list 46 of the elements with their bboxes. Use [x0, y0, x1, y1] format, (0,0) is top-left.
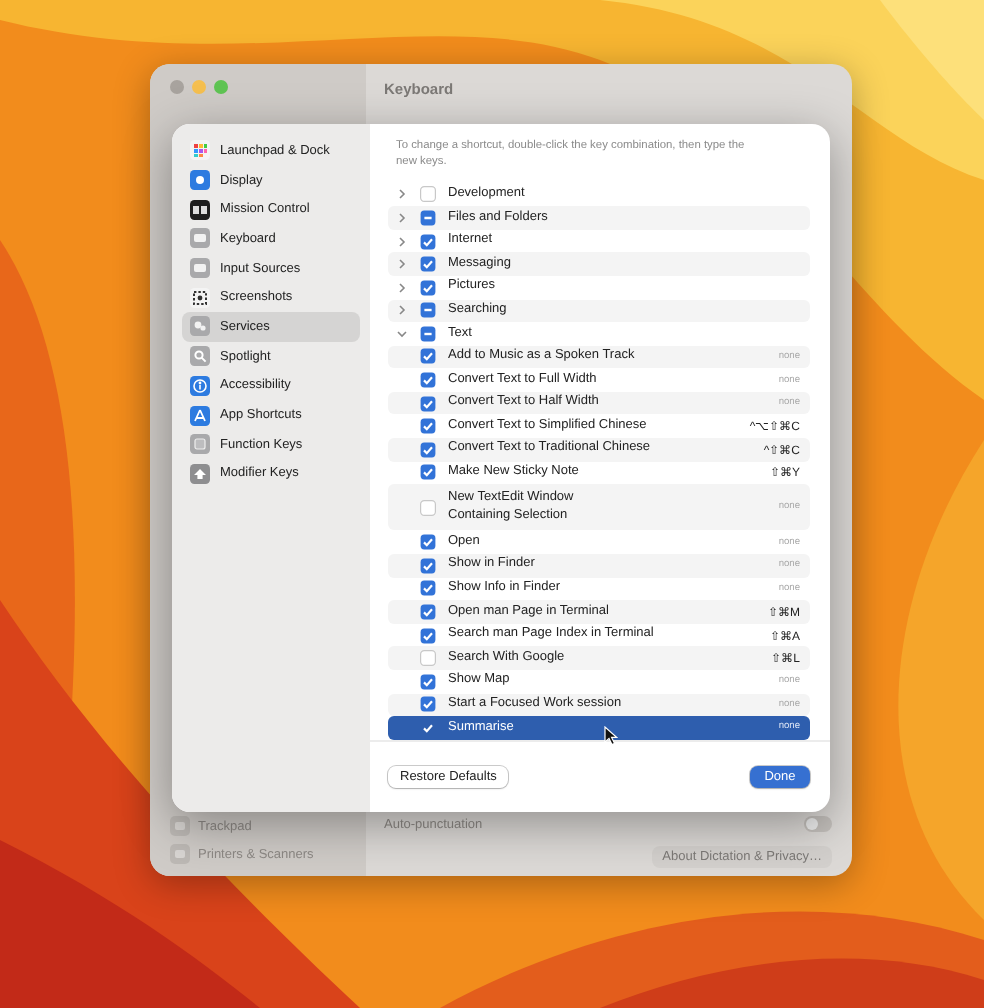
checkbox[interactable] — [420, 627, 436, 644]
checkbox[interactable] — [420, 534, 436, 551]
windows-icon — [190, 199, 210, 220]
checkbox[interactable] — [420, 580, 436, 597]
checkbox[interactable] — [420, 233, 436, 250]
accessibility-icon — [190, 375, 210, 396]
checkbox[interactable] — [420, 673, 436, 690]
checkbox[interactable] — [420, 372, 436, 389]
trackpad-icon — [170, 816, 190, 836]
keyboard-icon — [190, 228, 210, 249]
pointer-icon — [604, 726, 618, 746]
checkbox[interactable] — [420, 499, 436, 516]
chevron-icon[interactable] — [396, 211, 408, 224]
checkbox[interactable] — [420, 302, 436, 319]
checkbox[interactable] — [420, 279, 436, 296]
checkbox[interactable] — [420, 325, 436, 342]
chevron-icon[interactable] — [396, 281, 408, 294]
fn-key-icon — [190, 434, 210, 455]
apps-icon — [190, 405, 210, 426]
checkbox[interactable] — [420, 557, 436, 574]
printer-icon — [170, 844, 190, 864]
arrow-key-icon — [190, 463, 210, 484]
checkbox[interactable] — [420, 650, 436, 667]
chevron-icon[interactable] — [396, 258, 408, 271]
checkbox[interactable] — [420, 441, 436, 458]
grid-icon — [190, 140, 210, 161]
keyboard-icon — [190, 258, 210, 279]
checkbox[interactable] — [420, 395, 436, 412]
checkbox[interactable] — [420, 186, 436, 203]
toggle-switch[interactable] — [804, 816, 832, 832]
checkbox[interactable] — [420, 604, 436, 621]
checkbox[interactable] — [420, 209, 436, 226]
checkbox[interactable] — [420, 719, 436, 736]
sun-icon — [190, 170, 210, 191]
search-icon — [190, 346, 210, 367]
checkbox[interactable] — [420, 348, 436, 365]
gears-icon — [190, 316, 210, 337]
screenshot-icon — [190, 287, 210, 308]
checkbox[interactable] — [420, 418, 436, 435]
chevron-icon[interactable] — [396, 327, 408, 340]
checkbox[interactable] — [420, 256, 436, 273]
chevron-icon[interactable] — [396, 188, 408, 201]
checkbox[interactable] — [420, 696, 436, 713]
checkbox[interactable] — [420, 464, 436, 481]
chevron-icon[interactable] — [396, 235, 408, 248]
chevron-icon[interactable] — [396, 304, 408, 317]
